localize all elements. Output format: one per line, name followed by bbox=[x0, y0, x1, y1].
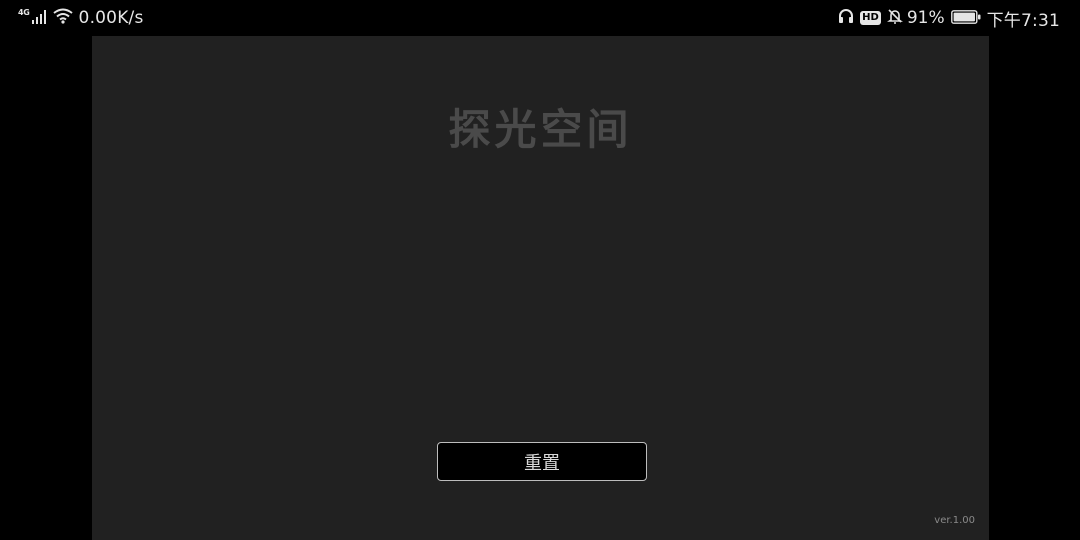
status-bar: 4G 0.00K/s HD 91% 下午7:31 bbox=[0, 0, 1080, 36]
hd-icon: HD bbox=[860, 11, 881, 25]
net-speed-text: 0.00K/s bbox=[78, 8, 144, 28]
status-left: 4G 0.00K/s bbox=[18, 7, 144, 29]
status-right: HD 91% 下午7:31 bbox=[838, 8, 1060, 31]
battery-percent: 91% bbox=[906, 8, 945, 28]
phone-screen: 4G 0.00K/s HD 91% 下午7:31 探光空间 重置 ver.1.0… bbox=[0, 0, 1080, 540]
app-panel: 探光空间 重置 ver.1.00 bbox=[92, 36, 989, 540]
network-type-label: 4G bbox=[18, 7, 30, 17]
bell-muted-icon bbox=[886, 8, 903, 28]
app-title: 探光空间 bbox=[448, 105, 633, 154]
wifi-icon bbox=[52, 8, 73, 28]
clock: 下午7:31 bbox=[986, 10, 1060, 31]
signal-icon bbox=[31, 9, 47, 28]
version-label: ver.1.00 bbox=[934, 515, 975, 526]
reset-button[interactable]: 重置 bbox=[437, 442, 647, 481]
battery-icon bbox=[950, 9, 981, 28]
headphones-icon bbox=[838, 8, 854, 28]
